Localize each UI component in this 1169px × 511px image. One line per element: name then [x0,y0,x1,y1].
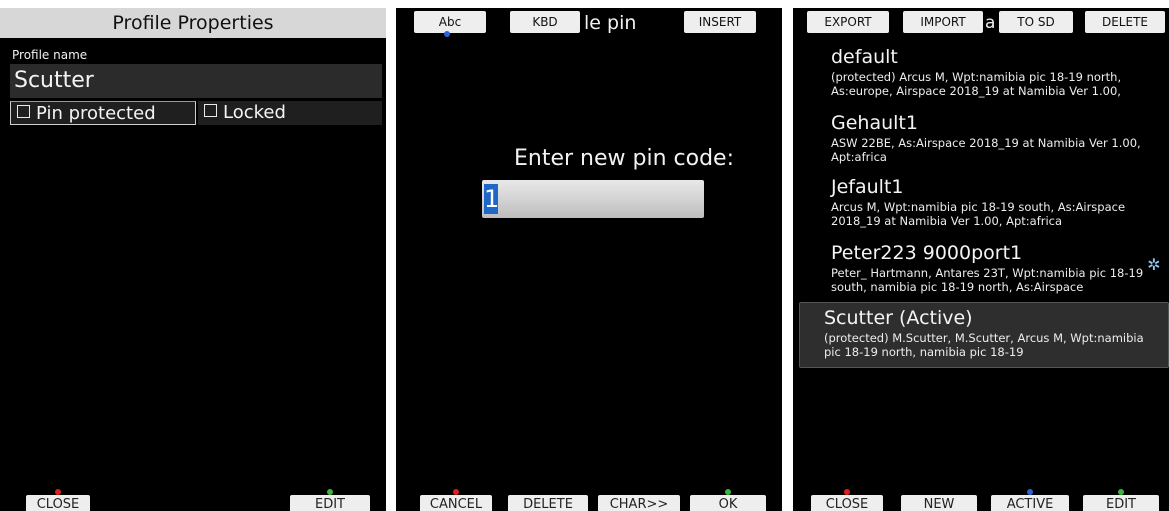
ok-button[interactable]: OK [690,489,766,511]
profile-name: Peter223 9000port1 [831,242,1023,264]
checkbox-icon [17,105,30,118]
locked-checkbox[interactable]: Locked [198,101,382,125]
profile-name: default [831,46,898,68]
profile-name-input[interactable]: Scutter [10,64,382,98]
profile-name: Scutter (Active) [824,307,973,329]
cancel-button[interactable]: CANCEL [420,489,492,511]
abc-button[interactable]: Abc [414,11,486,37]
edit-button-label: EDIT [1106,497,1136,511]
import-button[interactable]: IMPORT [903,11,983,33]
list-item[interactable]: Gehault1 ASW 22BE, As:Airspace 2018_19 a… [799,112,1169,174]
blue-led-icon [444,31,450,37]
insert-button[interactable]: INSERT [684,11,756,33]
green-led-icon [1118,489,1124,495]
red-led-icon [844,489,850,495]
active-button-label: ACTIVE [1006,497,1054,511]
edit-button[interactable]: EDIT [1083,489,1159,511]
pin-input[interactable]: 1 [482,180,704,218]
profile-name: Jefault1 [831,176,904,198]
profiles-panel: EXPORT IMPORT a TO SD DELETE default (pr… [793,8,1169,511]
blue-led-icon [1027,489,1033,495]
pin-protected-label: Pin protected [36,103,156,124]
ok-button-label: OK [718,497,738,511]
list-item[interactable]: default (protected) Arcus M, Wpt:namibia… [799,46,1169,108]
profile-description: Arcus M, Wpt:namibia pic 18-19 south, As… [831,200,1126,228]
red-led-icon [55,489,61,495]
new-button[interactable]: NEW [901,495,977,511]
close-button[interactable]: CLOSE [811,489,883,511]
abc-button-label: Abc [438,15,462,29]
profile-name-label: Profile name [12,48,88,62]
pin-prompt: Enter new pin code: [514,146,734,171]
profile-name: Gehault1 [831,112,918,134]
export-button[interactable]: EXPORT [807,11,889,33]
profile-description: (protected) Arcus M, Wpt:namibia pic 18-… [831,70,1122,98]
list-item-active[interactable]: Scutter (Active) (protected) M.Scutter, … [799,302,1169,368]
list-item[interactable]: Peter223 9000port1 Peter_ Hartmann, Anta… [799,242,1169,296]
profile-description: ASW 22BE, As:Airspace 2018_19 at Namibia… [831,136,1141,164]
active-button[interactable]: ACTIVE [991,489,1069,511]
profile-description: (protected) M.Scutter, M.Scutter, Arcus … [824,331,1144,359]
close-button-label: CLOSE [36,497,80,511]
close-button-label: CLOSE [825,497,869,511]
profile-description: Peter_ Hartmann, Antares 23T, Wpt:namibi… [831,266,1144,294]
cancel-button-label: CANCEL [429,497,483,511]
edit-button[interactable]: EDIT [290,489,370,511]
kbd-button[interactable]: KBD [510,11,580,33]
char-button[interactable]: CHAR>> [598,495,680,511]
sync-icon: ✲ [1147,255,1161,274]
page-title: Profile Properties [0,8,386,38]
list-item[interactable]: Jefault1 Arcus M, Wpt:namibia pic 18-19 … [799,176,1169,238]
delete-button[interactable]: DELETE [508,495,588,511]
profile-properties-panel: Profile Properties Profile name Scutter … [0,8,386,511]
pin-protected-checkbox[interactable]: Pin protected [10,101,196,125]
pin-entry-panel: Abc KBD le pin INSERT Enter new pin code… [396,8,782,511]
edit-button-label: EDIT [315,497,345,511]
red-led-icon [453,489,459,495]
delete-button[interactable]: DELETE [1085,11,1165,33]
green-led-icon [725,489,731,495]
to-sd-button[interactable]: TO SD [999,11,1073,33]
green-led-icon [327,489,333,495]
pin-value: 1 [484,184,500,214]
close-button[interactable]: CLOSE [26,489,90,511]
locked-label: Locked [223,102,286,123]
page-title: a [985,13,996,33]
page-title: le pin [584,12,637,34]
checkbox-icon [204,104,217,117]
